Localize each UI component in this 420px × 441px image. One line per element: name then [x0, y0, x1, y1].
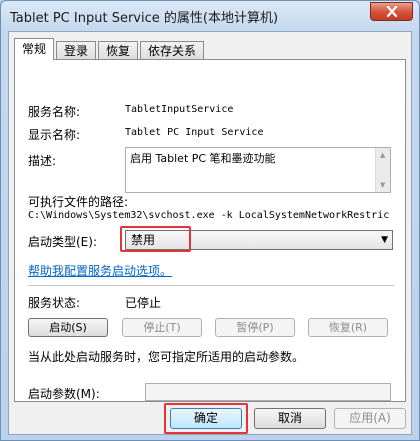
- apply-button[interactable]: 应用(A): [334, 408, 406, 429]
- tab-strip: 常规 登录 恢复 依存关系: [14, 38, 206, 60]
- properties-window: Tablet PC Input Service 的属性(本地计算机) 常规 登录…: [0, 0, 420, 441]
- exe-path-label: 可执行文件的路径:: [28, 195, 129, 209]
- close-icon: [386, 6, 397, 17]
- chevron-down-icon: ▼: [381, 235, 388, 245]
- tab-logon[interactable]: 登录: [56, 41, 97, 60]
- stop-button[interactable]: 停止(T): [122, 318, 202, 337]
- display-name-value: Tablet PC Input Service: [125, 127, 264, 138]
- description-field[interactable]: 启用 Tablet PC 笔和墨迹功能 ▲ ▼: [125, 147, 391, 193]
- tab-dependencies[interactable]: 依存关系: [140, 41, 205, 60]
- description-scrollbar[interactable]: ▲ ▼: [375, 148, 390, 192]
- close-button[interactable]: [370, 2, 413, 21]
- pause-button[interactable]: 暂停(P): [215, 318, 295, 337]
- display-name-label: 显示名称:: [28, 128, 81, 142]
- dialog-content: 常规 登录 恢复 依存关系 服务名称: TabletInputService 显…: [8, 31, 412, 435]
- scroll-up-icon[interactable]: ▲: [380, 151, 385, 159]
- cancel-button[interactable]: 取消: [254, 408, 326, 429]
- divider: [28, 285, 394, 286]
- title-bar[interactable]: Tablet PC Input Service 的属性(本地计算机): [1, 1, 419, 31]
- scroll-down-icon[interactable]: ▼: [380, 181, 385, 189]
- service-name-label: 服务名称:: [28, 105, 81, 119]
- start-params-input[interactable]: [145, 383, 391, 401]
- service-name-value: TabletInputService: [125, 104, 234, 115]
- tab-recovery[interactable]: 恢复: [98, 41, 139, 60]
- startup-type-label: 启动类型(E):: [28, 235, 97, 249]
- startup-type-select[interactable]: 禁用 ▼: [125, 230, 393, 250]
- service-status-value: 已停止: [125, 296, 162, 310]
- resume-button[interactable]: 恢复(R): [308, 318, 388, 337]
- description-label: 描述:: [28, 154, 57, 168]
- help-link[interactable]: 帮助我配置服务启动选项。: [28, 262, 172, 279]
- exe-path-value: C:\Windows\System32\svchost.exe -k Local…: [28, 210, 390, 221]
- startup-type-value: 禁用: [131, 233, 156, 247]
- start-button[interactable]: 启动(S): [28, 318, 108, 337]
- description-text: 启用 Tablet PC 笔和墨迹功能: [130, 152, 276, 165]
- start-params-hint: 当从此处启动服务时，您可指定所适用的启动参数。: [28, 350, 305, 364]
- start-params-label: 启动参数(M):: [28, 387, 100, 401]
- service-status-label: 服务状态:: [28, 296, 81, 310]
- general-tab-panel: 服务名称: TabletInputService 显示名称: Tablet PC…: [14, 59, 406, 402]
- tab-general[interactable]: 常规: [14, 38, 55, 60]
- window-title: Tablet PC Input Service 的属性(本地计算机): [10, 11, 279, 26]
- ok-button[interactable]: 确定: [170, 408, 242, 429]
